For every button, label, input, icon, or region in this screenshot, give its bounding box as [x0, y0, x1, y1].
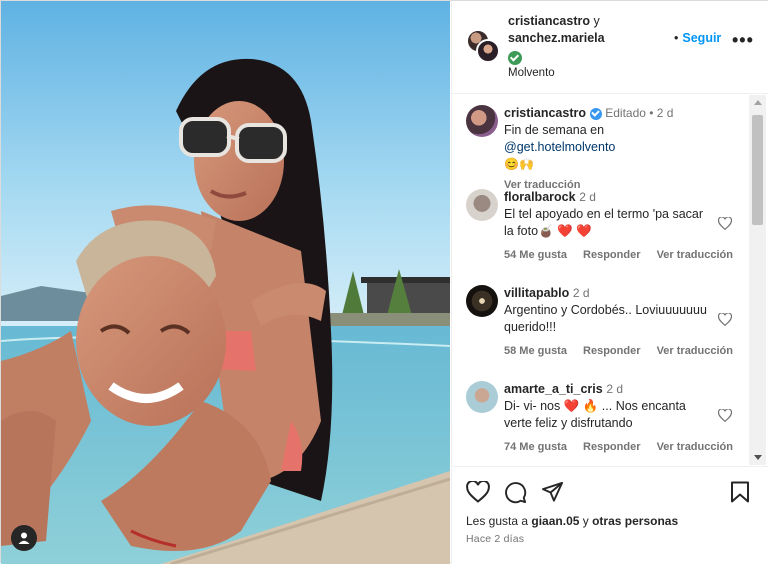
reply-button[interactable]: Responder: [583, 249, 640, 261]
more-options-icon[interactable]: •••: [732, 31, 754, 49]
comment-time: 2 d: [606, 382, 623, 396]
mention-link[interactable]: @get.hotelmolvento: [504, 140, 615, 154]
side-panel: cristiancastro y sanchez.mariela Molvent…: [451, 1, 768, 564]
comment-likes[interactable]: 58 Me gusta: [504, 345, 567, 357]
likes-prefix: Les gusta a: [466, 514, 532, 528]
verified-badge-icon: [508, 50, 522, 65]
post-dialog: cristiancastro y sanchez.mariela Molvent…: [0, 0, 768, 564]
reply-button[interactable]: Responder: [583, 441, 640, 453]
comment-actions: 54 Me gusta Responder Ver traducción: [504, 249, 733, 261]
avatar[interactable]: [466, 381, 498, 413]
comments-list[interactable]: cristiancastro Editado • 2 d Fin de sema…: [452, 95, 768, 465]
post-actions-bar: Les gusta a giaan.05 y otras personas Ha…: [452, 466, 768, 564]
follow-button[interactable]: • Seguir: [674, 31, 721, 45]
heart-icon[interactable]: [718, 409, 732, 422]
likes-summary[interactable]: Les gusta a giaan.05 y otras personas: [466, 514, 678, 528]
username-link[interactable]: sanchez.mariela: [508, 31, 605, 45]
likes-middle: y: [579, 514, 593, 528]
comment-time: 2 d: [579, 190, 596, 204]
caption-username[interactable]: cristiancastro: [504, 106, 586, 120]
comment-username[interactable]: floralbarock: [504, 190, 576, 204]
scrollbar-thumb[interactable]: [752, 115, 763, 225]
comment-likes[interactable]: 74 Me gusta: [504, 441, 567, 453]
follow-label: Seguir: [682, 31, 722, 45]
comments-scrollbar[interactable]: [749, 95, 766, 465]
caption-meta: Editado • 2 d: [605, 106, 674, 120]
collab-usernames: cristiancastro y sanchez.mariela: [508, 13, 605, 66]
comment-icon[interactable]: [504, 481, 527, 504]
heart-icon[interactable]: [718, 217, 732, 230]
comment-username[interactable]: amarte_a_ti_cris: [504, 382, 603, 396]
post-photo[interactable]: [1, 1, 450, 564]
user-tag-icon[interactable]: [11, 525, 37, 551]
comment-text: Argentino y Cordobés.. Loviuuuuuuu queri…: [504, 303, 707, 334]
location-link[interactable]: Molvento: [508, 67, 555, 79]
post-time: Hace 2 días: [466, 533, 525, 545]
share-icon[interactable]: [541, 481, 564, 503]
comment-text: Di- vi- nos ❤️ 🔥 ... Nos encanta verte f…: [504, 399, 686, 430]
comment-likes[interactable]: 54 Me gusta: [504, 249, 567, 261]
caption-emojis: 😊🙌: [504, 157, 534, 171]
likes-user[interactable]: giaan.05: [531, 514, 579, 528]
post-header: cristiancastro y sanchez.mariela Molvent…: [452, 1, 768, 94]
bookmark-icon[interactable]: [730, 481, 750, 503]
username-link[interactable]: cristiancastro: [508, 14, 590, 28]
avatar: [476, 39, 500, 63]
translate-link[interactable]: Ver traducción: [657, 345, 733, 357]
collab-avatars[interactable]: [466, 29, 500, 63]
avatar[interactable]: [466, 105, 498, 137]
separator-dot: •: [674, 31, 679, 45]
heart-icon[interactable]: [718, 313, 732, 326]
comment-username[interactable]: villitapablo: [504, 286, 569, 300]
translate-link[interactable]: Ver traducción: [657, 441, 733, 453]
comment-time: 2 d: [572, 286, 590, 300]
comment-actions: 74 Me gusta Responder Ver traducción: [504, 441, 733, 453]
caption-text-prefix: Fin de semana en: [504, 123, 605, 137]
comment-actions: 58 Me gusta Responder Ver traducción: [504, 345, 733, 357]
photo-illustration: [1, 1, 450, 564]
scroll-up-icon[interactable]: [754, 100, 762, 105]
avatar[interactable]: [466, 189, 498, 221]
username-connector: y: [593, 14, 600, 28]
avatar[interactable]: [466, 285, 498, 317]
caption-text: Fin de semana en @get.hotelmolvento 😊🙌: [504, 122, 716, 173]
heart-icon[interactable]: [466, 481, 490, 503]
reply-button[interactable]: Responder: [583, 345, 640, 357]
verified-badge-icon: [589, 107, 602, 120]
likes-others[interactable]: otras personas: [592, 514, 678, 528]
comment-text: El tel apoyado en el termo 'pa sacar la …: [504, 207, 704, 238]
scroll-down-icon[interactable]: [754, 455, 762, 460]
translate-link[interactable]: Ver traducción: [657, 249, 733, 261]
